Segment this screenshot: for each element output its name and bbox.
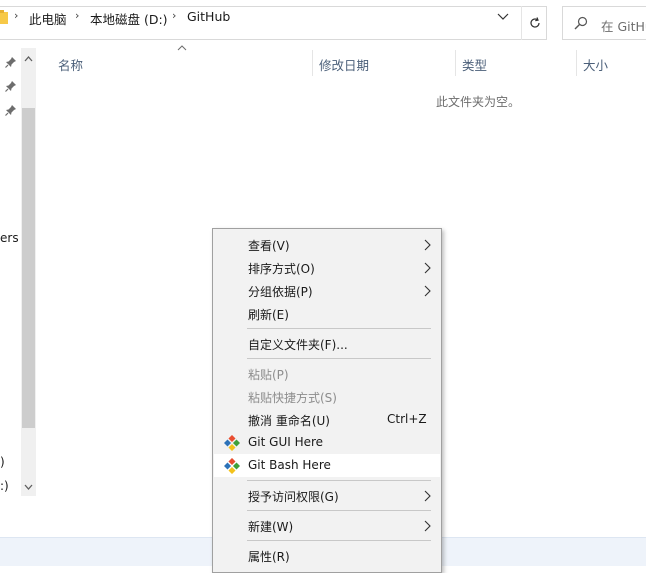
menu-item-refresh[interactable]: 刷新(E) — [214, 302, 440, 325]
menu-separator — [247, 328, 431, 329]
address-bar[interactable] — [0, 6, 547, 40]
search-placeholder: 在 GitHub — [601, 19, 646, 34]
menu-separator — [247, 540, 431, 541]
menu-item-label: 刷新(E) — [248, 308, 289, 322]
menu-item-properties[interactable]: 属性(R) — [214, 544, 440, 567]
chevron-right-icon — [424, 520, 431, 532]
menu-item-label: 授予访问权限(G) — [248, 490, 339, 504]
column-header-name[interactable]: 名称 — [58, 55, 83, 74]
chevron-right-icon — [424, 285, 431, 297]
chevron-right-icon — [424, 490, 431, 502]
menu-item-view[interactable]: 查看(V) — [214, 233, 440, 256]
nav-item-label[interactable]: ers — [0, 231, 19, 245]
empty-folder-message: 此文件夹为空。 — [436, 95, 521, 109]
folder-icon — [0, 10, 8, 24]
menu-item-shortcut: Ctrl+Z — [387, 412, 427, 426]
menu-item-paste[interactable]: 粘贴(P) — [214, 362, 440, 385]
nav-scrollbar-thumb[interactable] — [22, 108, 35, 428]
menu-item-label: 粘贴(P) — [248, 368, 289, 382]
sort-ascending-icon — [177, 45, 187, 51]
pin-icon[interactable] — [5, 80, 17, 92]
breadcrumb-separator-icon[interactable]: › — [172, 9, 176, 22]
menu-item-label: Git Bash Here — [248, 458, 331, 472]
menu-item-label: 粘贴快捷方式(S) — [248, 391, 337, 405]
nav-item-label[interactable]: ) — [0, 455, 5, 469]
column-header-size[interactable]: 大小 — [583, 55, 608, 74]
breadcrumb-separator-icon[interactable]: › — [14, 9, 18, 22]
column-divider[interactable] — [312, 50, 313, 76]
menu-item-label: 分组依据(P) — [248, 285, 313, 299]
menu-item-label: 查看(V) — [248, 239, 290, 253]
menu-item-label: 属性(R) — [248, 550, 290, 564]
menu-item-paste-shortcut[interactable]: 粘贴快捷方式(S) — [214, 385, 440, 408]
refresh-icon — [530, 17, 540, 28]
chevron-down-icon[interactable] — [493, 8, 513, 24]
pin-icon[interactable] — [5, 104, 17, 116]
nav-item-label[interactable]: :) — [0, 479, 9, 493]
chevron-up-icon[interactable] — [21, 52, 36, 66]
menu-item-git-gui-here[interactable]: Git GUI Here — [214, 431, 440, 454]
breadcrumb-github[interactable]: GitHub — [187, 9, 230, 24]
pin-icon[interactable] — [5, 56, 17, 68]
column-divider[interactable] — [576, 50, 577, 76]
chevron-down-icon[interactable] — [21, 480, 36, 494]
menu-item-customize-folder[interactable]: 自定义文件夹(F)... — [214, 332, 440, 355]
refresh-button[interactable] — [521, 6, 548, 40]
breadcrumb-separator-icon[interactable]: › — [75, 9, 79, 22]
git-icon — [224, 435, 240, 451]
column-divider[interactable] — [455, 50, 456, 76]
menu-item-label: 新建(W) — [248, 520, 294, 534]
menu-item-sort-by[interactable]: 排序方式(O) — [214, 256, 440, 279]
menu-separator — [247, 358, 431, 359]
context-menu: 查看(V) 排序方式(O) 分组依据(P) 刷新(E) 自定义文件夹(F)...… — [212, 228, 442, 573]
search-icon — [574, 16, 588, 30]
menu-item-group-by[interactable]: 分组依据(P) — [214, 279, 440, 302]
menu-item-label: 自定义文件夹(F)... — [248, 338, 348, 352]
column-header-type[interactable]: 类型 — [462, 55, 487, 74]
menu-separator — [247, 510, 431, 511]
address-bar-row: › 此电脑 › 本地磁盘 (D:) › GitHub 在 GitHub — [0, 0, 646, 48]
menu-item-git-bash-here[interactable]: Git Bash Here — [214, 454, 440, 477]
menu-item-label: Git GUI Here — [248, 435, 324, 449]
menu-separator — [247, 480, 431, 481]
menu-item-new[interactable]: 新建(W) — [214, 514, 440, 537]
breadcrumb-drive-d[interactable]: 本地磁盘 (D:) — [90, 9, 168, 28]
git-icon — [224, 458, 240, 474]
column-header-date-modified[interactable]: 修改日期 — [319, 55, 369, 74]
menu-item-undo-rename[interactable]: 撤消 重命名(U) Ctrl+Z — [214, 408, 440, 431]
menu-item-label: 撤消 重命名(U) — [248, 414, 330, 428]
menu-item-give-access-to[interactable]: 授予访问权限(G) — [214, 484, 440, 507]
breadcrumb-this-pc[interactable]: 此电脑 — [29, 9, 67, 28]
chevron-right-icon — [424, 262, 431, 274]
menu-item-label: 排序方式(O) — [248, 262, 315, 276]
chevron-right-icon — [424, 239, 431, 251]
